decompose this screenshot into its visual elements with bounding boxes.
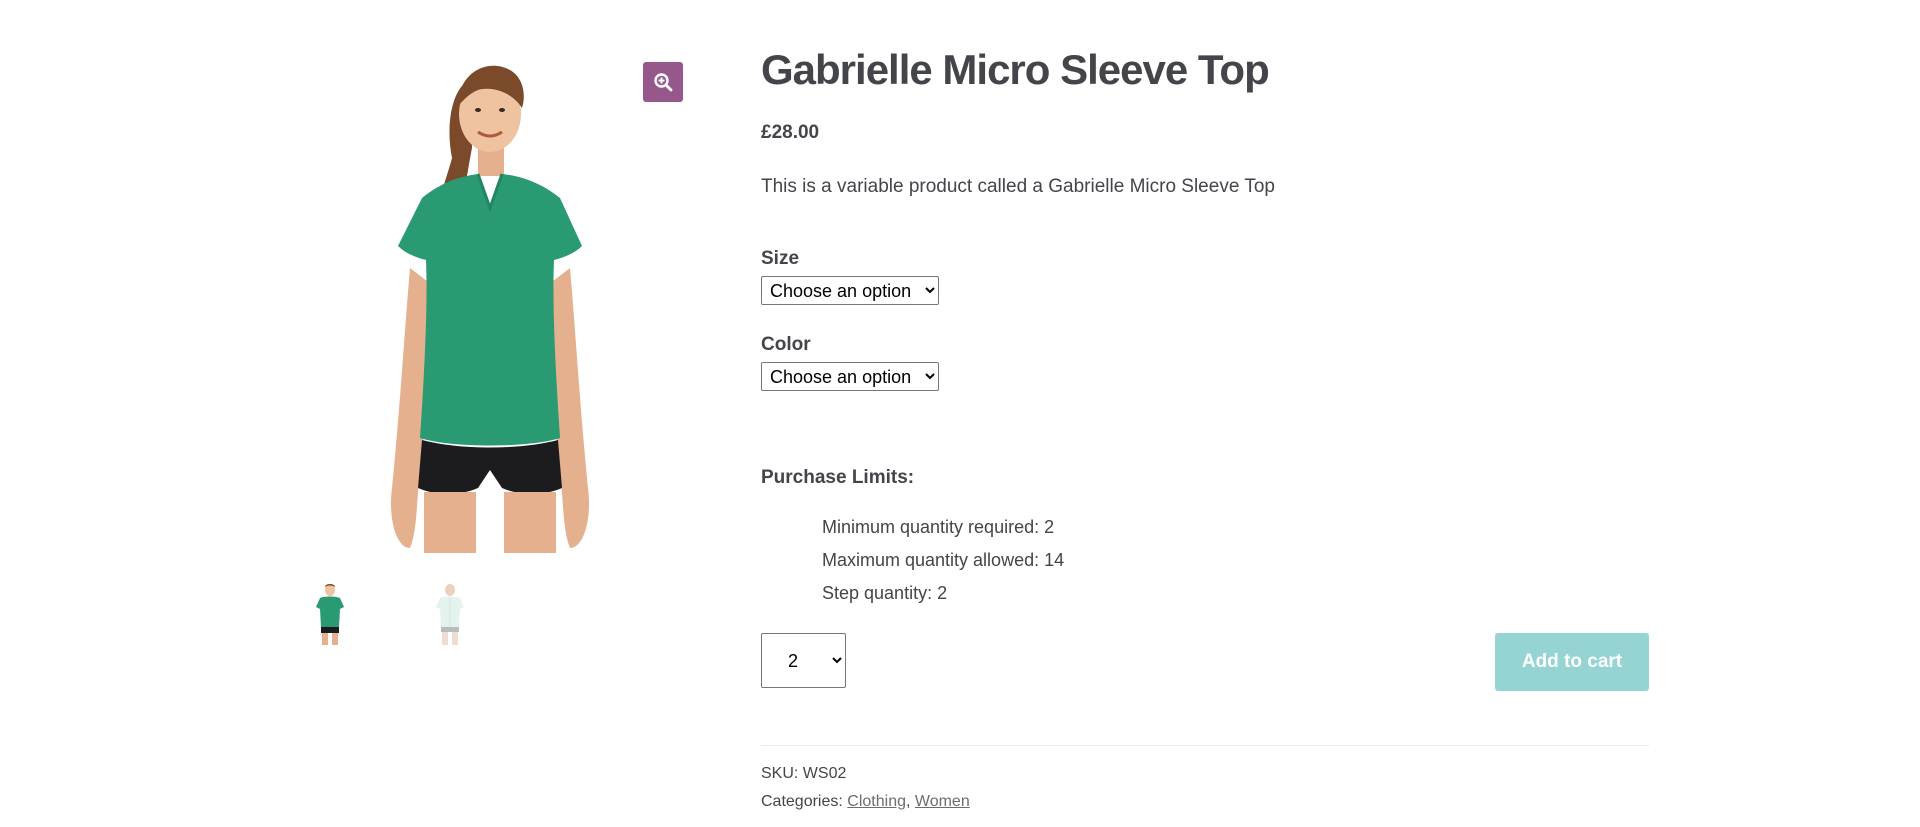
thumbnail-strip [300,583,480,645]
limit-maximum: Maximum quantity allowed: 14 [822,550,1065,570]
purchase-limits-title: Purchase Limits: [761,467,915,488]
limit-minimum: Minimum quantity required: 2 [822,517,1055,537]
sku-line: SKU: WS02 [761,765,846,783]
category-separator: , [905,793,911,810]
thumbnail-back-image [436,584,464,645]
category-link-women[interactable]: Women [915,793,970,810]
zoom-button[interactable] [643,62,683,102]
product-description: This is a variable product called a Gabr… [761,176,1275,197]
categories-label: Categories: [761,793,843,810]
product-price: £28.00 [761,122,820,143]
categories-line: Categories: Clothing, Women [761,793,970,811]
thumbnail-front[interactable] [300,583,360,645]
sku-label: SKU: [761,765,799,782]
add-to-cart-button[interactable]: Add to cart [1495,633,1649,691]
product-title: Gabrielle Micro Sleeve Top [761,46,1270,93]
quantity-select[interactable]: 2 [761,633,846,688]
meta-divider [761,745,1649,746]
product-summary: Gabrielle Micro Sleeve Top £28.00 This i… [761,40,1649,810]
color-label: Color [761,334,811,355]
thumbnail-front-image [316,584,344,645]
zoom-in-icon [654,73,673,92]
color-select[interactable]: Choose an option [761,362,939,391]
sku-value: WS02 [802,765,847,782]
limit-step: Step quantity: 2 [822,583,948,603]
size-label: Size [761,248,800,269]
main-product-image[interactable] [360,48,620,553]
purchase-limits-list: Minimum quantity required: 2 Maximum qua… [822,511,1064,610]
size-select[interactable]: Choose an option [761,276,939,305]
category-link-clothing[interactable]: Clothing [847,793,906,810]
thumbnail-back[interactable] [420,583,480,645]
